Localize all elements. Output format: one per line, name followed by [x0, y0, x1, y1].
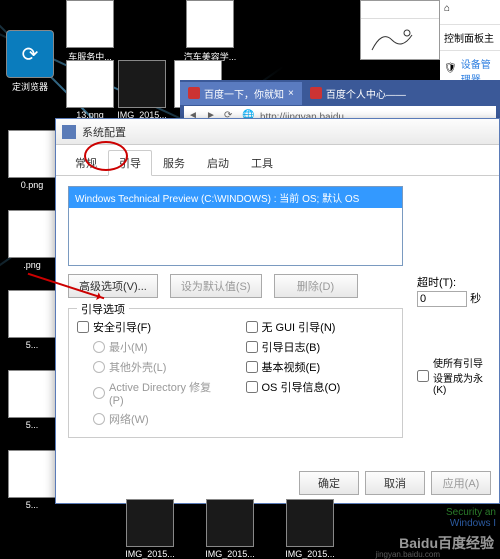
alt-shell-radio: [93, 361, 105, 373]
desktop-icon[interactable]: IMG_2015...: [280, 499, 340, 559]
desktop-icon[interactable]: 0.png: [2, 130, 62, 190]
browser-tab-2[interactable]: 百度个人中心——: [302, 82, 414, 105]
os-info-checkbox[interactable]: [246, 381, 258, 393]
group-legend: 引导选项: [77, 301, 129, 317]
dialog-title: 系统配置: [82, 124, 126, 140]
desktop-icon[interactable]: 5...: [2, 370, 62, 430]
browser-tab-1[interactable]: 百度一下，你就知×: [180, 82, 302, 105]
apply-button: 应用(A): [431, 471, 491, 495]
timeout-input[interactable]: [417, 291, 467, 307]
no-gui-checkbox[interactable]: [246, 321, 258, 333]
home-icon: ⌂: [444, 3, 460, 19]
dialog-titlebar[interactable]: 系统配置: [56, 119, 499, 145]
tab-general[interactable]: 常规: [64, 150, 108, 176]
window-icon: [62, 125, 76, 139]
boot-log-checkbox[interactable]: [246, 341, 258, 353]
tab-boot[interactable]: 引导: [108, 150, 152, 176]
set-default-button: 设为默认值(S): [170, 274, 262, 298]
tab-startup[interactable]: 启动: [196, 150, 240, 176]
timeout-label: 超时(T):: [417, 274, 487, 290]
url-watermark: jingyan.baidu.com: [376, 550, 440, 559]
os-list[interactable]: Windows Technical Preview (C:\WINDOWS) :…: [68, 186, 403, 266]
boot-options-group: 引导选项 安全引导(F) 最小(M) 其他外壳(L) Active Direct…: [68, 308, 403, 438]
baidu-icon: [310, 87, 322, 99]
os-entry[interactable]: Windows Technical Preview (C:\WINDOWS) :…: [69, 187, 402, 208]
dialog-tabs: 常规 引导 服务 启动 工具: [56, 145, 499, 176]
cancel-button[interactable]: 取消: [365, 471, 425, 495]
desktop-icon[interactable]: ⟳定浏览器: [0, 30, 60, 93]
desktop-icon[interactable]: 汽车美容学...: [180, 0, 240, 63]
desktop-icon[interactable]: IMG_2015...: [200, 499, 260, 559]
base-video-checkbox[interactable]: [246, 361, 258, 373]
minimal-radio: [93, 341, 105, 353]
desktop-icon[interactable]: .png: [2, 210, 62, 270]
desktop-icon[interactable]: 车服务中...: [60, 0, 120, 63]
ad-repair-radio: [93, 387, 105, 399]
desktop-icon[interactable]: 13.png: [60, 60, 120, 120]
system-config-dialog: 系统配置 常规 引导 服务 启动 工具 Windows Technical Pr…: [55, 118, 500, 504]
shield-icon: 🛡: [444, 63, 457, 79]
desktop-icon[interactable]: 5...: [2, 290, 62, 350]
control-panel-title: 控制面板主: [440, 27, 500, 48]
delete-button: 删除(D): [274, 274, 358, 298]
advanced-options-button[interactable]: 高级选项(V)...: [68, 274, 158, 298]
close-icon[interactable]: ×: [288, 88, 294, 99]
safe-boot-checkbox[interactable]: [77, 321, 89, 333]
permanent-checkbox[interactable]: [417, 370, 429, 382]
tab-services[interactable]: 服务: [152, 150, 196, 176]
preview-window: [360, 0, 440, 60]
tab-tools[interactable]: 工具: [240, 150, 284, 176]
network-radio: [93, 413, 105, 425]
baidu-icon: [188, 87, 200, 99]
ok-button[interactable]: 确定: [299, 471, 359, 495]
desktop-icon[interactable]: IMG_2015...: [112, 60, 172, 120]
desktop-icon[interactable]: IMG_2015...: [120, 499, 180, 559]
